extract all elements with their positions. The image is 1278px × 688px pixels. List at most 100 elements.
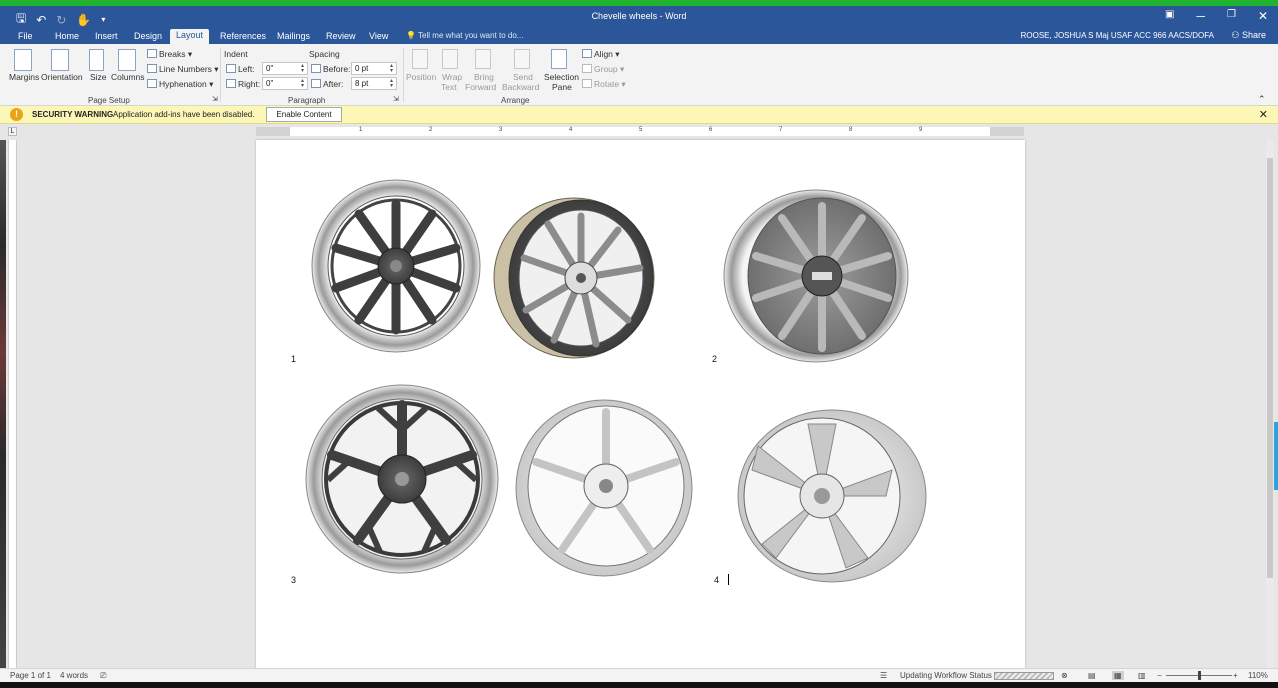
collapse-ribbon-icon[interactable]: ⌃ — [1258, 94, 1266, 105]
lightbulb-icon: 💡 — [406, 31, 416, 40]
orientation-button[interactable]: Orientation — [41, 72, 83, 82]
hyphenation-label: Hyphenation — [159, 79, 207, 89]
align-label: Align — [594, 49, 613, 59]
tab-mailings[interactable]: Mailings — [271, 30, 316, 44]
workflow-status: Updating Workflow Status — [900, 671, 992, 680]
share-label: Share — [1241, 30, 1266, 40]
position-icon[interactable] — [412, 49, 428, 69]
hyphenation-icon — [147, 79, 157, 88]
tab-design[interactable]: Design — [128, 30, 168, 44]
ruler-number: 9 — [919, 127, 923, 133]
send-backward-icon[interactable] — [514, 49, 530, 69]
maximize-icon[interactable]: ❐ — [1227, 9, 1236, 23]
spacing-before-icon — [311, 64, 321, 73]
selection-pane-button-line1[interactable]: Selection — [544, 72, 579, 82]
wheel-image-1b — [493, 197, 655, 359]
cancel-workflow-icon[interactable]: ⊗ — [1061, 671, 1068, 680]
page-setup-launcher-icon[interactable]: ⇲ — [212, 95, 218, 103]
vertical-ruler[interactable] — [8, 140, 17, 668]
bring-forward-icon[interactable] — [475, 49, 491, 69]
word-count[interactable]: 4 words — [60, 671, 88, 680]
close-warning-icon[interactable]: ✕ — [1259, 108, 1268, 121]
tab-insert[interactable]: Insert — [89, 30, 124, 44]
columns-icon[interactable] — [118, 49, 136, 71]
group-button[interactable]: Group ▾ — [582, 64, 624, 75]
spacing-after-input[interactable]: 8 pt — [351, 77, 397, 90]
send-backward-button-line2[interactable]: Backward — [502, 82, 539, 92]
position-button[interactable]: Position — [406, 72, 436, 82]
zoom-out-icon[interactable]: − — [1157, 671, 1162, 680]
zoom-in-icon[interactable]: + — [1233, 671, 1238, 680]
tab-selector-icon[interactable]: L — [8, 127, 17, 136]
indent-right-icon — [226, 79, 236, 88]
page-count[interactable]: Page 1 of 1 — [10, 671, 51, 680]
spacing-after-label: After: — [311, 79, 343, 89]
title-bar: 🖫 ↶ ↻ ✋ ▾ Chevelle wheels - Word ▣ ─ ❐ ✕ — [0, 6, 1278, 28]
print-layout-icon[interactable]: ▦ — [1112, 671, 1124, 680]
tell-me-box[interactable]: 💡 Tell me what you want to do... — [406, 31, 523, 40]
zoom-level[interactable]: 110% — [1248, 671, 1268, 680]
wheel-image-3a — [305, 384, 499, 574]
bring-forward-button-line1[interactable]: Bring — [474, 72, 494, 82]
tab-references[interactable]: References — [214, 30, 272, 44]
zoom-slider-thumb[interactable] — [1198, 671, 1201, 680]
document-page[interactable]: 1 2 3 4 — [256, 140, 1025, 668]
share-button[interactable]: ⚇ Share — [1227, 30, 1270, 41]
horizontal-ruler[interactable]: 1 2 3 4 5 6 7 8 9 — [256, 127, 1024, 136]
send-backward-button-line1[interactable]: Send — [513, 72, 533, 82]
enable-content-button[interactable]: Enable Content — [266, 107, 342, 122]
tab-home[interactable]: Home — [49, 30, 85, 44]
ribbon-tabs: File Home Insert Design Layout Reference… — [0, 28, 1278, 44]
tell-me-text: Tell me what you want to do... — [418, 31, 524, 40]
spacing-after-text: After: — [323, 79, 344, 89]
bring-forward-button-line2[interactable]: Forward — [465, 82, 496, 92]
paragraph-group-label: Paragraph — [288, 96, 326, 105]
security-warning-bar: ! SECURITY WARNING Application add-ins h… — [0, 106, 1278, 124]
indent-left-input[interactable]: 0" — [262, 62, 308, 75]
tab-view[interactable]: View — [363, 30, 394, 44]
hyphenation-button[interactable]: Hyphenation ▾ — [147, 79, 213, 90]
selection-pane-button-line2[interactable]: Pane — [552, 82, 572, 92]
minimize-icon[interactable]: ─ — [1196, 9, 1205, 23]
margins-icon[interactable] — [14, 49, 32, 71]
selection-pane-icon[interactable] — [551, 49, 567, 69]
person-icon: ⚇ — [1231, 30, 1240, 40]
web-layout-icon[interactable]: ▥ — [1138, 671, 1146, 680]
breaks-button[interactable]: Breaks ▾ — [147, 49, 192, 60]
read-mode-icon[interactable]: ▤ — [1088, 671, 1096, 680]
ribbon-display-options-icon[interactable]: ▣ — [1165, 9, 1174, 23]
rotate-button[interactable]: Rotate ▾ — [582, 79, 626, 90]
text-cursor — [728, 574, 729, 585]
indent-heading: Indent — [224, 49, 248, 59]
ruler-number: 2 — [429, 127, 433, 133]
wrap-text-button-line2[interactable]: Text — [441, 82, 457, 92]
screen-edge-accent — [1274, 422, 1278, 490]
indent-right-label: Right: — [226, 79, 260, 89]
tab-review[interactable]: Review — [320, 30, 362, 44]
scrollbar-thumb[interactable] — [1267, 158, 1273, 578]
close-icon[interactable]: ✕ — [1258, 9, 1268, 23]
workflow-menu-icon[interactable]: ☰ — [880, 671, 887, 680]
tab-layout[interactable]: Layout — [170, 29, 210, 44]
group-icon — [582, 64, 592, 73]
spacing-heading: Spacing — [309, 49, 340, 59]
indent-right-input[interactable]: 0" — [262, 77, 308, 90]
wrap-text-icon[interactable] — [442, 49, 458, 69]
wheel-image-4 — [737, 409, 927, 583]
tab-file[interactable]: File — [12, 30, 39, 44]
size-icon[interactable] — [89, 49, 104, 71]
size-button[interactable]: Size — [90, 72, 107, 82]
wrap-text-button-line1[interactable]: Wrap — [442, 72, 462, 82]
align-button[interactable]: Align ▾ — [582, 49, 620, 60]
proofing-icon[interactable]: ⎚ — [100, 671, 106, 681]
columns-button[interactable]: Columns — [111, 72, 145, 82]
user-name[interactable]: ROOSE, JOSHUA S Maj USAF ACC 966 AACS/DO… — [1021, 31, 1214, 40]
orientation-icon[interactable] — [51, 49, 69, 71]
workflow-progress-bar — [994, 672, 1054, 680]
spacing-before-input[interactable]: 0 pt — [351, 62, 397, 75]
vertical-scrollbar[interactable] — [1266, 140, 1274, 668]
margins-button[interactable]: Margins — [9, 72, 39, 82]
line-numbers-button[interactable]: Line Numbers ▾ — [147, 64, 219, 75]
align-icon — [582, 49, 592, 58]
paragraph-launcher-icon[interactable]: ⇲ — [393, 95, 399, 103]
